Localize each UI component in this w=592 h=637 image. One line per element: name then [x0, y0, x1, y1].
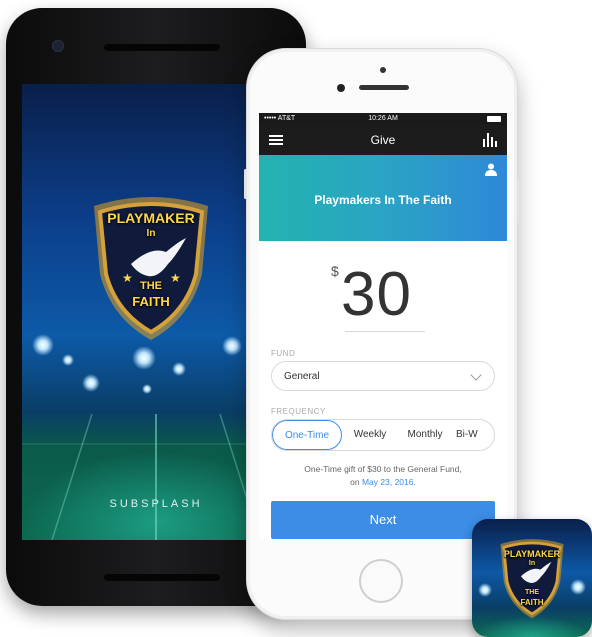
frequency-option-weekly[interactable]: Weekly: [346, 420, 394, 450]
app-icon-shield: [500, 539, 564, 619]
frequency-label: FREQUENCY: [271, 407, 326, 416]
amount-underline: [345, 331, 425, 332]
playmaker-logo: ★ ★ PLAYMAKER In THE FAITH: [86, 194, 216, 344]
logo-text-faith: FAITH: [132, 294, 170, 309]
frequency-option-biweekly[interactable]: Bi-W: [456, 420, 494, 450]
fund-selected: General: [284, 371, 320, 382]
stadium-light: [142, 384, 152, 394]
power-button: [517, 179, 520, 223]
logo-text-in: In: [146, 228, 156, 239]
org-header: Playmakers In The Faith: [259, 155, 507, 241]
speaker-grille: [104, 44, 220, 51]
status-bar: ••••• AT&T 10:26 AM: [259, 113, 507, 125]
nav-bar: Give: [259, 125, 507, 155]
battery-icon: [487, 116, 501, 122]
app-icon: PLAYMAKER In THE FAITH: [472, 519, 592, 637]
summary-on: on: [350, 477, 360, 487]
frequency-selector[interactable]: One-Time Weekly Monthly Bi-W: [271, 419, 495, 451]
summary-date-line: on May 23, 2016.: [259, 476, 507, 489]
app-icon-text-faith: FAITH: [520, 598, 544, 607]
stadium-light: [132, 346, 156, 370]
next-button[interactable]: Next: [271, 501, 495, 539]
frequency-option-one-time[interactable]: One-Time: [272, 420, 342, 450]
fund-select[interactable]: General: [271, 361, 495, 391]
app-icon-text-playmaker: PLAYMAKER: [503, 549, 561, 559]
stadium-light: [172, 362, 186, 376]
volume-button: [244, 169, 247, 199]
currency-symbol: $: [331, 263, 339, 279]
proximity-sensor: [380, 67, 386, 73]
gift-summary: One-Time gift of $30 to the General Fund…: [259, 463, 507, 489]
app-icon-text-in: In: [528, 560, 536, 567]
stadium-light: [222, 336, 242, 356]
logo-text-the: THE: [140, 280, 162, 292]
frequency-option-monthly[interactable]: Monthly: [398, 420, 452, 450]
summary-line: One-Time gift of $30 to the General Fund…: [304, 464, 462, 474]
app-icon-text-the: THE: [525, 589, 539, 596]
home-button[interactable]: [359, 559, 403, 603]
summary-period: .: [413, 477, 416, 487]
org-name: Playmakers In The Faith: [314, 193, 452, 207]
summary-date[interactable]: May 23, 2016: [362, 477, 414, 487]
user-icon[interactable]: [485, 163, 497, 176]
clock: 10:26 AM: [368, 115, 398, 122]
give-screen: ••••• AT&T 10:26 AM Give Playmakers In T…: [259, 113, 507, 539]
chevron-down-icon: [470, 369, 482, 381]
stadium-light: [32, 334, 54, 356]
logo-text-playmaker: PLAYMAKER: [107, 210, 195, 226]
fund-label: FUND: [271, 349, 296, 358]
earpiece: [359, 85, 409, 90]
front-camera: [52, 40, 64, 52]
bar-chart-icon[interactable]: [483, 133, 497, 147]
amount-display[interactable]: $ 30: [259, 253, 507, 337]
stadium-light: [62, 354, 74, 366]
speaker-grille-bottom: [104, 574, 220, 581]
amount-value[interactable]: 30: [341, 259, 412, 330]
page-title: Give: [370, 133, 396, 147]
stadium-light: [82, 374, 100, 392]
front-camera: [337, 84, 345, 92]
